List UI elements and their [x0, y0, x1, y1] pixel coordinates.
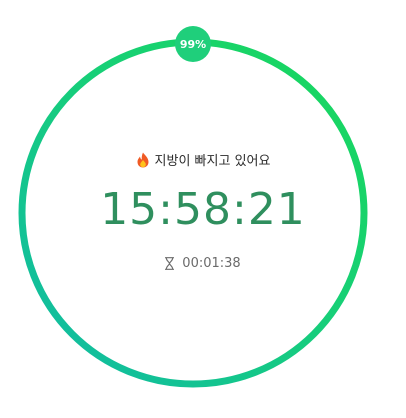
progress-percent-label: 99% — [179, 37, 207, 51]
fasting-status: 지방이 빠지고 있어요 — [0, 150, 406, 169]
fasting-status-text: 지방이 빠지고 있어요 — [154, 154, 271, 169]
fire-icon — [137, 152, 149, 167]
hourglass-icon — [165, 257, 175, 270]
remaining-time: 15:58:21 — [100, 184, 306, 235]
fasting-timer-screen: 99% 지방이 빠지고 있어요 15:58:21 00:01:38 — [0, 0, 406, 418]
elapsed-time: 00:01:38 — [0, 256, 406, 271]
elapsed-time-value: 00:01:38 — [182, 256, 241, 271]
progress-percent-badge: 99% — [175, 26, 211, 62]
